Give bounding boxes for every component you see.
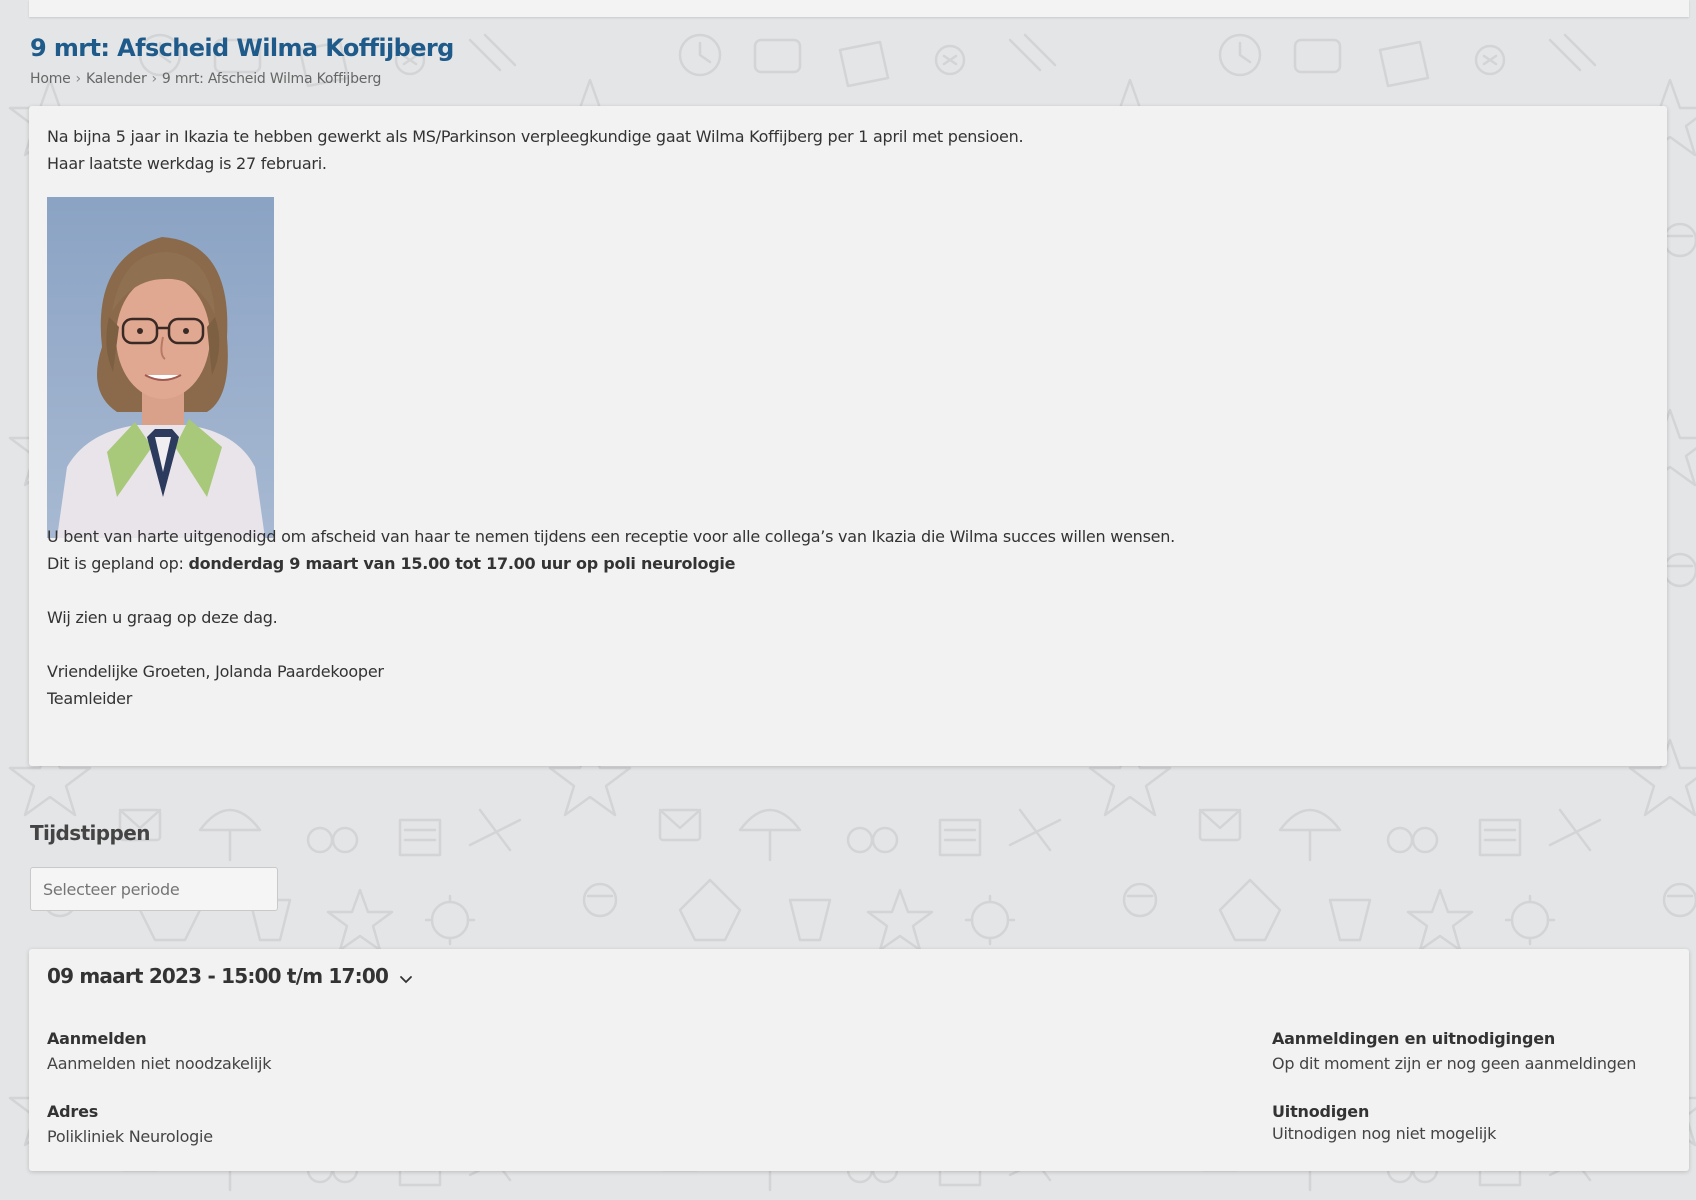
breadcrumb-current: 9 mrt: Afscheid Wilma Koffijberg bbox=[161, 71, 382, 87]
register-label: Aanmelden bbox=[47, 1029, 147, 1048]
breadcrumb-separator-icon: › bbox=[151, 71, 158, 87]
planned-line: Dit is gepland op: donderdag 9 maart van… bbox=[47, 554, 736, 573]
closing-line: Wij zien u graag op deze dag. bbox=[47, 608, 278, 627]
timeslot-title: 09 maart 2023 - 15:00 t/m 17:00 bbox=[47, 964, 389, 988]
period-select-input[interactable] bbox=[30, 867, 278, 911]
register-info: Aanmelden Aanmelden niet noodzakelijk bbox=[47, 1029, 272, 1073]
signups-value: Op dit moment zijn er nog geen aanmeldin… bbox=[1272, 1054, 1637, 1073]
address-label: Adres bbox=[47, 1102, 99, 1121]
page-title: 9 mrt: Afscheid Wilma Koffijberg bbox=[30, 34, 454, 62]
greeting-line: Vriendelijke Groeten, Jolanda Paardekoop… bbox=[47, 662, 384, 681]
intro-line-2: Haar laatste werkdag is 27 februari. bbox=[47, 154, 327, 173]
signups-label: Aanmeldingen en uitnodigingen bbox=[1272, 1029, 1556, 1048]
address-info: Adres Polikliniek Neurologie bbox=[47, 1102, 213, 1146]
event-description-card: Na bijna 5 jaar in Ikazia te hebben gewe… bbox=[29, 106, 1667, 766]
invite-value: Uitnodigen nog niet mogelijk bbox=[1272, 1124, 1497, 1143]
planned-date-time: donderdag 9 maart van 15.00 tot 17.00 uu… bbox=[188, 554, 736, 573]
timeslot-card: 09 maart 2023 - 15:00 t/m 17:00 Aanmelde… bbox=[29, 949, 1689, 1171]
timeslots-heading: Tijdstippen bbox=[30, 821, 150, 845]
planned-prefix: Dit is gepland op: bbox=[47, 554, 189, 573]
register-value: Aanmelden niet noodzakelijk bbox=[47, 1054, 272, 1073]
intro-line-1: Na bijna 5 jaar in Ikazia te hebben gewe… bbox=[47, 127, 1024, 146]
timeslot-toggle[interactable]: 09 maart 2023 - 15:00 t/m 17:00 bbox=[47, 964, 413, 988]
address-value: Polikliniek Neurologie bbox=[47, 1127, 213, 1146]
invitation-line: U bent van harte uitgenodigd om afscheid… bbox=[47, 527, 1175, 546]
top-panel-edge bbox=[29, 0, 1689, 17]
signups-info: Aanmeldingen en uitnodigingen Op dit mom… bbox=[1272, 1029, 1636, 1073]
portrait-photo bbox=[47, 197, 274, 538]
invite-label: Uitnodigen bbox=[1272, 1102, 1370, 1121]
breadcrumb-home-link[interactable]: Home bbox=[30, 71, 71, 87]
chevron-down-icon bbox=[400, 975, 413, 983]
role-line: Teamleider bbox=[47, 689, 133, 708]
breadcrumb-separator-icon: › bbox=[75, 71, 82, 87]
breadcrumb: Home › Kalender › 9 mrt: Afscheid Wilma Koff… bbox=[30, 71, 381, 87]
invite-info: Uitnodigen Uitnodigen nog niet mogelijk bbox=[1272, 1102, 1496, 1143]
breadcrumb-calendar-link[interactable]: Kalender bbox=[86, 71, 147, 87]
